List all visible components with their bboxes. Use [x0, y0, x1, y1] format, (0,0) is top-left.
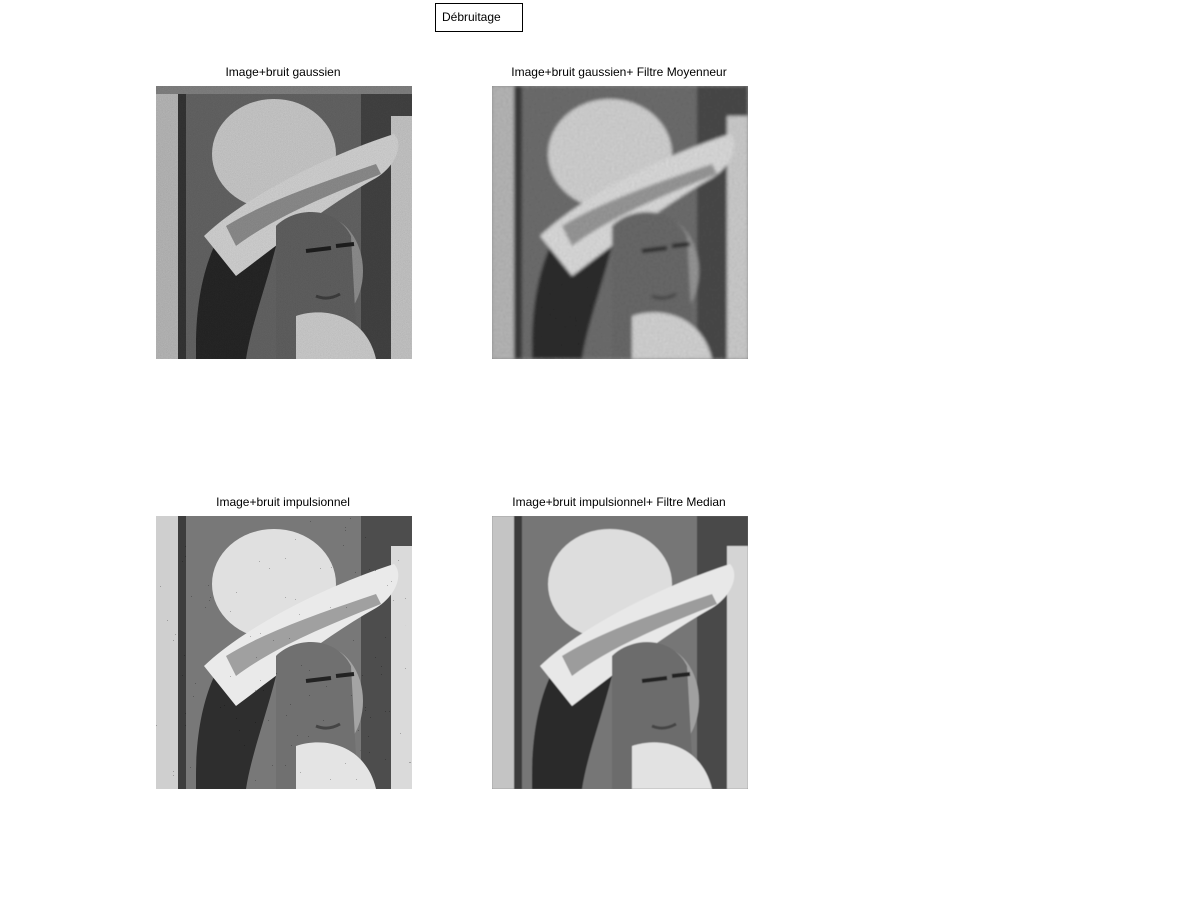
- panel-title-impulse-median-filter: Image+bruit impulsionnel+ Filtre Median: [512, 495, 726, 509]
- panel-title-gaussian: Image+bruit gaussien: [225, 65, 341, 79]
- panel-title-impulse: Image+bruit impulsionnel: [216, 495, 350, 509]
- panel-title-gaussian-mean-filter: Image+bruit gaussien+ Filtre Moyenneur: [511, 65, 727, 79]
- image-gaussian-mean-filtered: [492, 86, 748, 359]
- image-gaussian-noise: [156, 86, 412, 359]
- debruitage-button[interactable]: Débruitage: [435, 3, 523, 32]
- portrait-image: [156, 516, 412, 789]
- image-impulse-median-filtered: [492, 516, 748, 789]
- portrait-image: [156, 86, 412, 359]
- image-impulse-noise: [156, 516, 412, 789]
- portrait-image: [492, 86, 748, 359]
- portrait-image: [492, 516, 748, 789]
- figure-window: Débruitage Image+bruit gaussien Image+br…: [0, 0, 1198, 907]
